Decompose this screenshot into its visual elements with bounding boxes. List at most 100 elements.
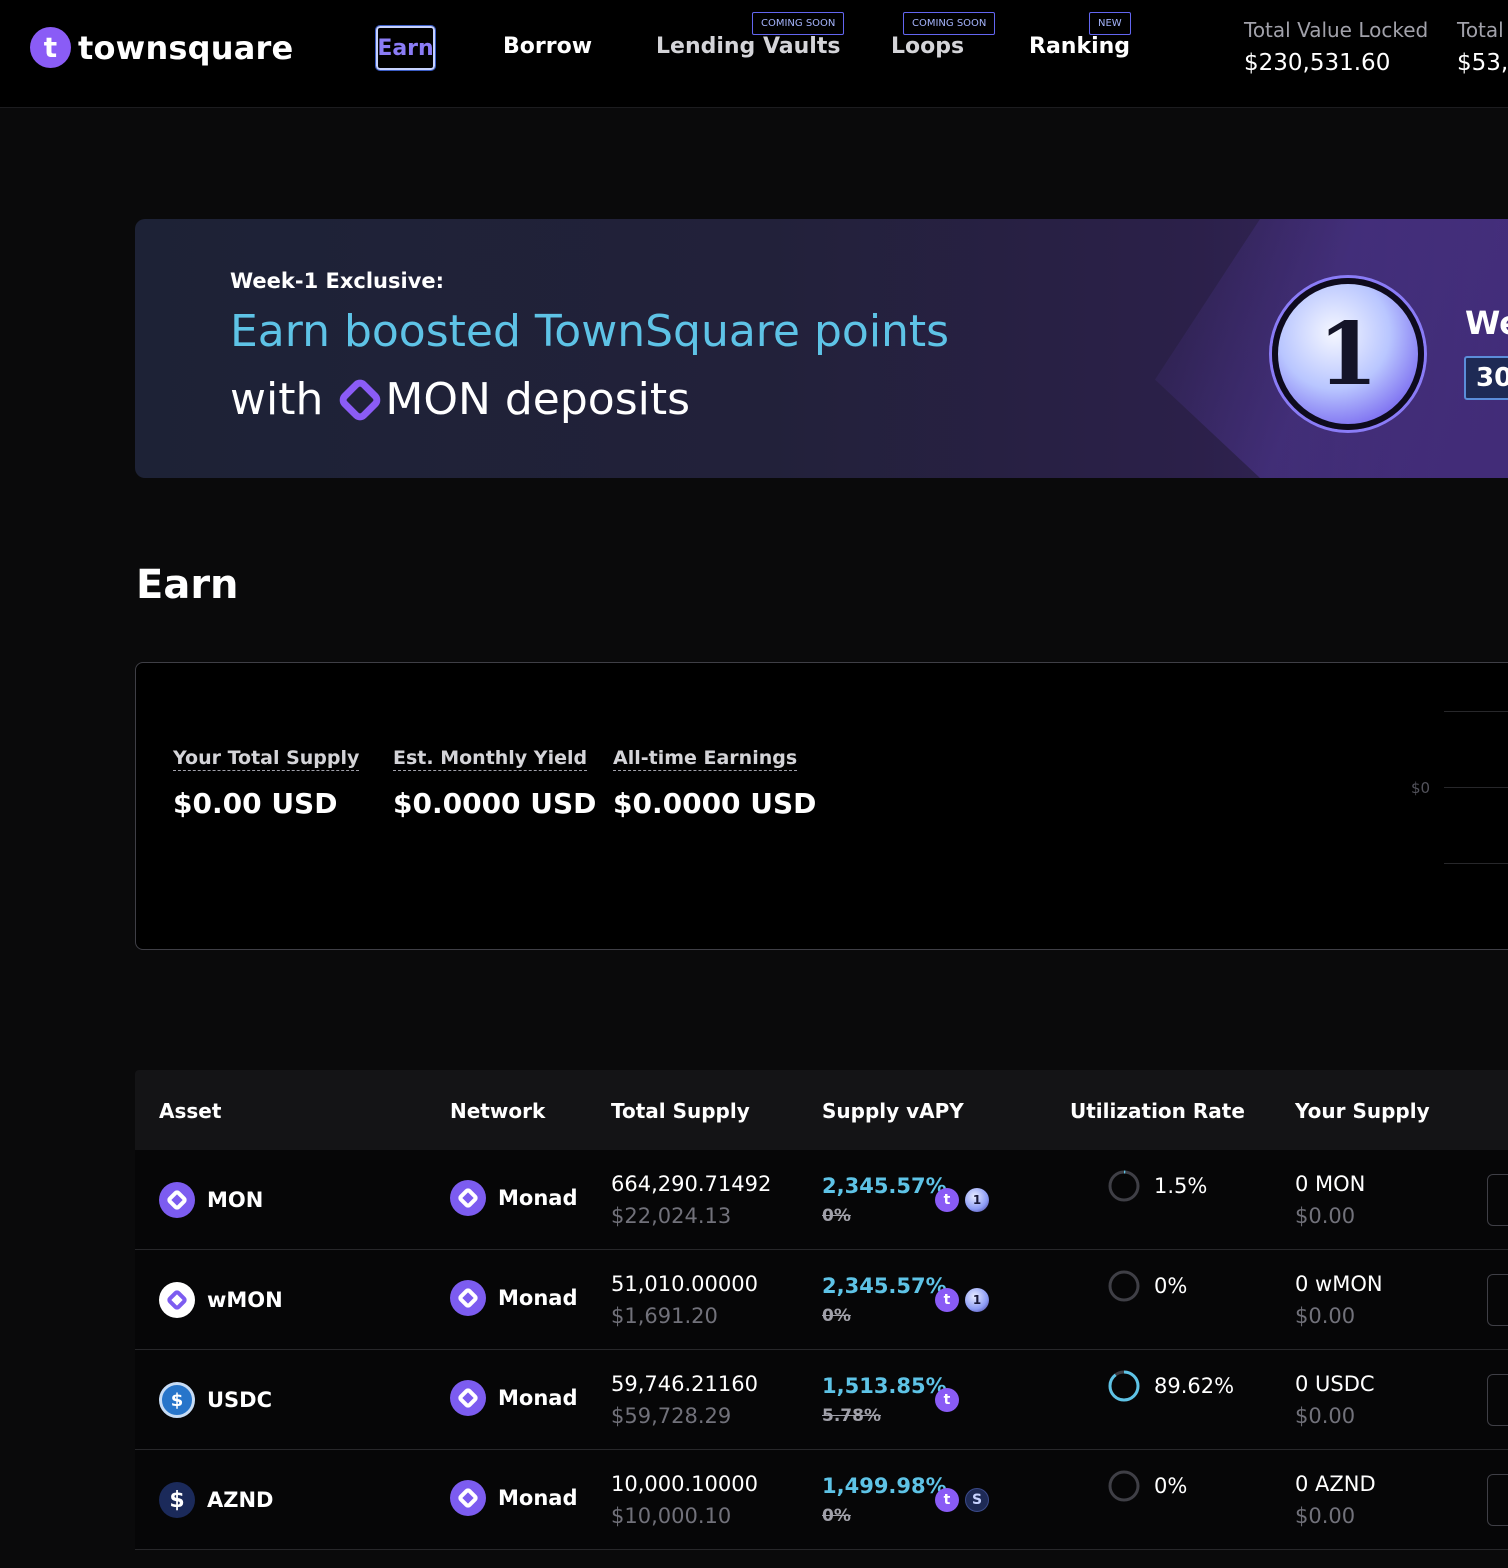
tvl-value: $230,531.60 (1244, 50, 1391, 76)
all-time-earnings-value: $0.0000 USD (613, 787, 817, 820)
utilization-value: 0% (1154, 1274, 1188, 1298)
total-supply-usd: $59,728.29 (611, 1404, 732, 1428)
monad-network-icon (450, 1180, 486, 1216)
monthly-yield-label[interactable]: Est. Monthly Yield (393, 747, 588, 771)
your-supply-amount: 0 MON (1295, 1172, 1366, 1196)
header-utilization-rate[interactable]: Utilization Rate (1070, 1099, 1245, 1123)
total-supply-usd: $10,000.10 (611, 1504, 732, 1528)
your-supply-usd: $0.00 (1295, 1404, 1356, 1428)
aznd-token-icon: $ (159, 1482, 195, 1518)
your-supply-amount: 0 wMON (1295, 1272, 1383, 1296)
chart-gridline (1444, 863, 1508, 864)
supply-apy-base: 0% (822, 1306, 851, 1326)
promo-banner[interactable]: Week-1 Exclusive: Earn boosted TownSquar… (135, 219, 1508, 478)
supply-button[interactable] (1487, 1374, 1508, 1426)
your-supply-usd: $0.00 (1295, 1504, 1356, 1528)
header-your-supply[interactable]: Your Supply (1295, 1099, 1430, 1123)
your-supply-usd: $0.00 (1295, 1204, 1356, 1228)
supply-button[interactable] (1487, 1474, 1508, 1526)
banner-subtitle: with MON deposits (230, 374, 690, 425)
brand-name: townsquare (78, 28, 294, 67)
tvl-label: Total Value Locked (1244, 18, 1429, 42)
utilization-ring-track (1108, 1470, 1140, 1502)
all-time-earnings-label[interactable]: All-time Earnings (613, 747, 798, 771)
asset-name: MON (207, 1188, 264, 1212)
chart-y-tick: $0 (1411, 779, 1431, 797)
banner-right-title: We (1465, 304, 1508, 342)
coin-glyph: 1 (1318, 303, 1378, 405)
total-supply-usd: $1,691.20 (611, 1304, 718, 1328)
supply-apy-base: 0% (822, 1506, 851, 1526)
week-one-points-icon[interactable]: 1 (965, 1188, 989, 1212)
wmon-token-icon (159, 1282, 195, 1318)
nav-loops[interactable]: Loops (891, 34, 964, 59)
ranking-badge: NEW (1089, 12, 1131, 35)
network-name: Monad (498, 1486, 578, 1510)
total-supply-amount: 10,000.10000 (611, 1472, 758, 1496)
supply-apy-base: 0% (822, 1206, 851, 1226)
supply-apy: 2,345.57% (822, 1174, 947, 1198)
utilization-ring-icon (1108, 1370, 1140, 1402)
network-name: Monad (498, 1386, 578, 1410)
banner-sub-suffix: MON deposits (385, 374, 691, 425)
utilization-ring-icon (1108, 1470, 1140, 1502)
nav-ranking[interactable]: Ranking (1029, 34, 1130, 59)
total-supply-amount: 664,290.71492 (611, 1172, 772, 1196)
asset-name: wMON (207, 1288, 283, 1312)
utilization-ring-fill (1108, 1370, 1140, 1402)
page-title: Earn (136, 562, 239, 608)
lending-vaults-badge: COMING SOON (752, 12, 845, 35)
monad-network-icon (450, 1380, 486, 1416)
header-total-supply[interactable]: Total Supply (611, 1099, 750, 1123)
monthly-yield-value: $0.0000 USD (393, 787, 597, 820)
total-supply-amount: 59,746.21160 (611, 1372, 758, 1396)
banner-right-chip: 30 (1464, 356, 1508, 400)
loops-badge: COMING SOON (903, 12, 996, 35)
mon-logo-icon (336, 375, 385, 424)
network-name: Monad (498, 1186, 578, 1210)
table-row[interactable]: $ AZND Monad 10,000.10000 $10,000.10 1,4… (135, 1450, 1508, 1550)
monad-network-icon (450, 1480, 486, 1516)
townsquare-points-icon[interactable]: t (935, 1388, 959, 1412)
nav-lending-vaults[interactable]: Lending Vaults (656, 34, 840, 59)
banner-sub-prefix: with (230, 374, 324, 425)
utilization-ring-icon (1108, 1270, 1140, 1302)
table-row[interactable]: wMON Monad 51,010.00000 $1,691.20 2,345.… (135, 1250, 1508, 1350)
townsquare-points-icon[interactable]: t (935, 1488, 959, 1512)
total-supply-label[interactable]: Your Total Supply (173, 747, 360, 771)
utilization-ring-track (1108, 1170, 1140, 1202)
nav-earn[interactable]: Earn (375, 25, 436, 71)
earn-summary-card: Your Total Supply $0.00 USD Est. Monthly… (135, 662, 1508, 950)
brand-logo[interactable]: t townsquare (30, 27, 293, 68)
total-value: $53, (1457, 50, 1508, 76)
townsquare-points-icon[interactable]: t (935, 1188, 959, 1212)
townsquare-points-icon[interactable]: t (935, 1288, 959, 1312)
logo-mark-icon: t (30, 27, 71, 68)
week-one-coin-icon: 1 (1272, 278, 1424, 430)
table-row[interactable]: $ USDC Monad 59,746.21160 $59,728.29 1,5… (135, 1350, 1508, 1450)
network-name: Monad (498, 1286, 578, 1310)
monad-network-icon (450, 1280, 486, 1316)
table-row[interactable]: MON Monad 664,290.71492 $22,024.13 2,345… (135, 1150, 1508, 1250)
utilization-value: 0% (1154, 1474, 1188, 1498)
s-points-icon[interactable]: S (965, 1488, 989, 1512)
supply-apy: 1,499.98% (822, 1474, 947, 1498)
markets-table: Asset Network Total Supply Supply vAPY U… (135, 1070, 1508, 1550)
asset-name: USDC (207, 1388, 273, 1412)
total-label: Total (1457, 18, 1504, 42)
total-supply-usd: $22,024.13 (611, 1204, 732, 1228)
supply-button[interactable] (1487, 1174, 1508, 1226)
asset-name: AZND (207, 1488, 274, 1512)
nav-borrow[interactable]: Borrow (503, 34, 592, 59)
usdc-token-icon: $ (159, 1382, 195, 1418)
header-network[interactable]: Network (450, 1099, 545, 1123)
supply-button[interactable] (1487, 1274, 1508, 1326)
your-supply-usd: $0.00 (1295, 1304, 1356, 1328)
banner-title: Earn boosted TownSquare points (230, 306, 950, 357)
supply-apy-base: 5.78% (822, 1406, 881, 1426)
header-supply-vapy[interactable]: Supply vAPY (822, 1099, 964, 1123)
mon-token-icon (159, 1182, 195, 1218)
header-asset[interactable]: Asset (159, 1099, 221, 1123)
banner-kicker: Week-1 Exclusive: (230, 269, 445, 293)
week-one-points-icon[interactable]: 1 (965, 1288, 989, 1312)
